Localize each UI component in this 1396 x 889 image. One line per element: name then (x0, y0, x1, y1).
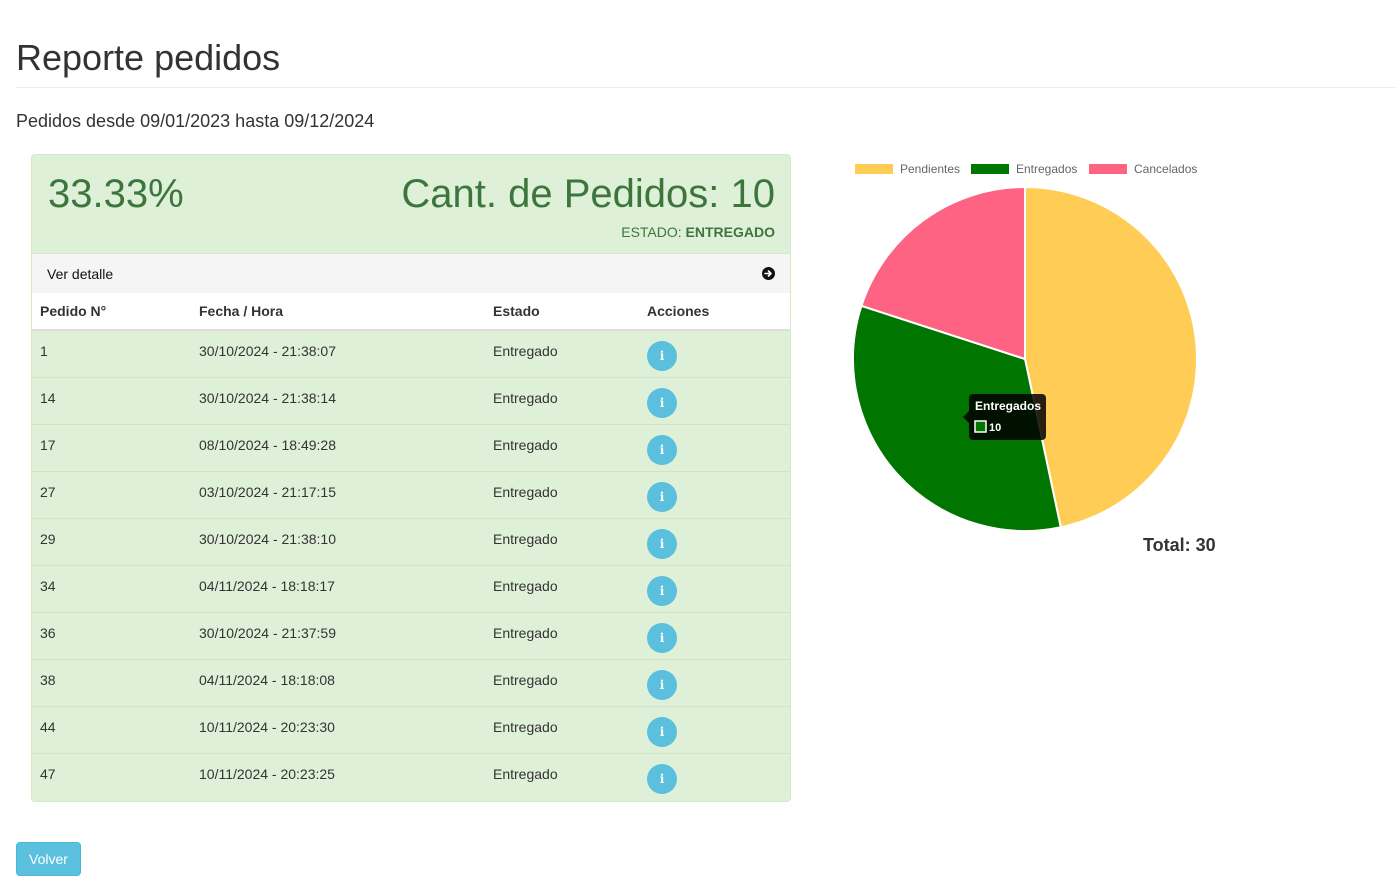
percentage-value: 33.33% (48, 172, 184, 216)
order-number: 1 (40, 343, 48, 359)
order-actions: i (639, 564, 790, 612)
order-status: Entregado (485, 752, 639, 800)
info-icon[interactable]: i (647, 341, 677, 371)
legend-swatch-cancelados (1089, 164, 1127, 174)
info-icon[interactable]: i (647, 575, 677, 606)
info-icon[interactable]: i (647, 387, 677, 418)
table-row: 38 04/11/2024 - 18:18:08 Entregado i (32, 658, 790, 706)
order-actions: i (639, 330, 790, 377)
order-number: 47 (32, 752, 191, 800)
order-datetime: 30/10/2024 - 21:37:59 (191, 611, 485, 659)
legend-swatch-pendientes (855, 164, 893, 174)
order-actions: i (639, 705, 790, 753)
order-status: Entregado (485, 611, 639, 659)
detail-link-bar[interactable]: Ver detalle (32, 253, 790, 293)
order-actions: i (639, 658, 790, 706)
info-icon[interactable]: i (647, 716, 677, 747)
legend-label-cancelados: Cancelados (1134, 162, 1197, 176)
page-title: Reporte pedidos (16, 37, 281, 78)
order-status: Entregado (485, 517, 639, 565)
detail-link[interactable]: Ver detalle (47, 266, 113, 282)
order-number: 29 (32, 517, 191, 565)
order-number: 27 (32, 470, 191, 518)
page-header: Reporte pedidos (16, 36, 1396, 88)
order-number: 17 (32, 423, 191, 471)
status-panel: 33.33% Cant. de Pedidos: 10 ESTADO: ENTR… (31, 154, 791, 802)
tooltip-value: 10 (989, 422, 1001, 434)
info-icon[interactable]: i (647, 434, 677, 465)
status-label: ESTADO: (621, 224, 682, 240)
order-count: Cant. de Pedidos: 10 (401, 172, 775, 216)
table-row: 27 03/10/2024 - 21:17:15 Entregado i (32, 470, 790, 518)
info-icon[interactable]: i (647, 669, 677, 700)
table-row: 14 30/10/2024 - 21:38:14 Entregado i (32, 376, 790, 424)
table-row: 34 04/11/2024 - 18:18:17 Entregado i (32, 564, 790, 612)
order-number: 38 (32, 658, 191, 706)
info-icon[interactable]: i (647, 481, 677, 512)
arrow-circle-right-icon[interactable] (762, 267, 775, 280)
order-number: 44 (32, 705, 191, 753)
order-status: Entregado (485, 470, 639, 518)
order-datetime: 08/10/2024 - 18:49:28 (191, 423, 485, 471)
header-datetime: Fecha / Hora (191, 293, 485, 331)
panel-heading: 33.33% Cant. de Pedidos: 10 ESTADO: ENTR… (32, 155, 790, 253)
order-datetime: 10/11/2024 - 20:23:25 (191, 752, 485, 800)
header-status: Estado (485, 293, 639, 331)
info-icon[interactable]: i (647, 763, 677, 794)
order-datetime: 30/10/2024 - 21:38:10 (191, 517, 485, 565)
order-datetime: 30/10/2024 - 21:38:14 (191, 376, 485, 424)
orders-table: Pedido N° Fecha / Hora Estado Acciones 1… (32, 293, 790, 800)
date-range-subtitle: Pedidos desde 09/01/2023 hasta 09/12/202… (16, 111, 375, 131)
order-actions: i (639, 752, 790, 800)
table-row: 17 08/10/2024 - 18:49:28 Entregado i (32, 423, 790, 471)
info-icon[interactable]: i (647, 528, 677, 559)
total-count: Total: 30 (1143, 535, 1216, 555)
header-actions: Acciones (639, 293, 790, 331)
order-status: Entregado (485, 423, 639, 471)
order-actions: i (639, 517, 790, 565)
order-status: Entregado (485, 376, 639, 424)
info-icon[interactable]: i (647, 622, 677, 653)
legend-label-entregados: Entregados (1016, 162, 1077, 176)
orders-pie-chart: Pendientes Entregados Cancelados Entregados… (848, 155, 1208, 565)
order-number: 36 (32, 611, 191, 659)
order-status: Entregado (485, 705, 639, 753)
header-order-number: Pedido N° (32, 293, 191, 331)
table-row: 44 10/11/2024 - 20:23:30 Entregado i (32, 705, 790, 753)
order-number: 14 (32, 376, 191, 424)
order-status: Entregado (493, 343, 558, 359)
order-datetime: 04/11/2024 - 18:18:08 (191, 658, 485, 706)
table-row: 1 30/10/2024 - 21:38:07 Entregado i (32, 330, 790, 377)
table-row: 47 10/11/2024 - 20:23:25 Entregado i (32, 752, 790, 800)
order-datetime: 10/11/2024 - 20:23:30 (191, 705, 485, 753)
table-row: 36 30/10/2024 - 21:37:59 Entregado i (32, 611, 790, 659)
order-status: Entregado (485, 658, 639, 706)
status-line: ESTADO: ENTREGADO (621, 224, 775, 240)
legend-swatch-entregados (971, 164, 1009, 174)
order-datetime: 04/11/2024 - 18:18:17 (191, 564, 485, 612)
order-actions: i (639, 376, 790, 424)
order-actions: i (639, 611, 790, 659)
table-header-row: Pedido N° Fecha / Hora Estado Acciones (32, 293, 790, 331)
tooltip-title: Entregados (975, 399, 1041, 413)
order-actions: i (639, 470, 790, 518)
order-number: 34 (32, 564, 191, 612)
tooltip-swatch (974, 420, 987, 433)
legend-label-pendientes: Pendientes (900, 162, 960, 176)
order-status: Entregado (485, 564, 639, 612)
status-value: ENTREGADO (685, 224, 775, 240)
order-datetime: 30/10/2024 - 21:38:07 (199, 343, 337, 359)
table-row: 29 30/10/2024 - 21:38:10 Entregado i (32, 517, 790, 565)
back-button[interactable]: Volver (16, 842, 81, 876)
order-datetime: 03/10/2024 - 21:17:15 (191, 470, 485, 518)
order-actions: i (639, 423, 790, 471)
